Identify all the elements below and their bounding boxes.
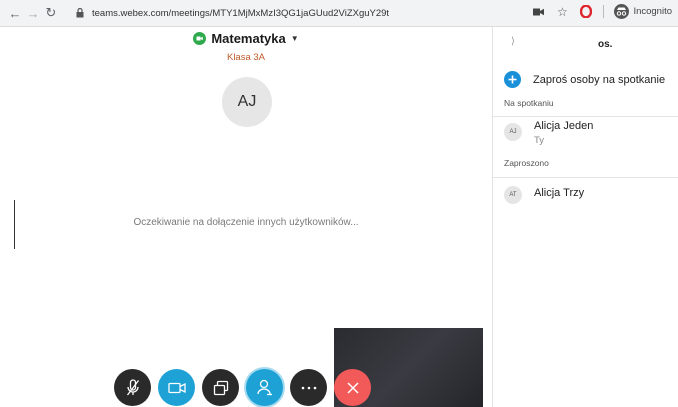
participants-icon: [256, 379, 272, 396]
panel-title: os.: [598, 39, 613, 50]
invited-row[interactable]: AT Alicja Trzy: [504, 186, 584, 204]
participants-button[interactable]: [246, 369, 283, 406]
more-icon: [301, 386, 316, 389]
back-arrow-icon[interactable]: ←: [6, 4, 24, 22]
waiting-message: Oczekiwanie na dołączenie innych użytkow…: [133, 217, 359, 228]
invited-avatar: AT: [504, 186, 522, 204]
meeting-title: Matematyka: [211, 31, 286, 46]
share-screen-icon: [213, 380, 228, 395]
reload-icon[interactable]: ↻: [42, 4, 60, 22]
panel-header: ⟩ os.: [493, 27, 678, 63]
participant-avatar: AJ: [504, 123, 522, 141]
invite-label: Zaproś osoby na spotkanie: [533, 73, 666, 86]
invited-name: Alicja Trzy: [534, 187, 585, 199]
caret-down-icon: ▼: [290, 34, 299, 43]
forward-arrow-icon[interactable]: →: [24, 4, 42, 22]
lock-icon[interactable]: [74, 7, 86, 19]
mute-button[interactable]: [114, 369, 151, 406]
address-bar[interactable]: teams.webex.com/meetings/MTY1MjMxMzI3QG1…: [92, 8, 389, 19]
mic-off-icon: [126, 378, 139, 395]
meeting-status-icon: [193, 32, 207, 45]
section-divider: [493, 177, 678, 178]
meeting-subtitle: Klasa 3A: [226, 52, 266, 63]
in-meeting-section-label: Na spotkaniu: [504, 98, 554, 108]
bookmark-star-icon[interactable]: ☆: [555, 5, 569, 19]
incognito-label: Incognito: [633, 6, 672, 17]
incognito-icon: [614, 4, 630, 19]
toolbar-divider: [603, 5, 605, 18]
leave-button[interactable]: [334, 369, 371, 406]
close-icon: [346, 381, 359, 394]
video-icon: [167, 382, 186, 393]
participants-panel: ⟩ os. Zaproś osoby na spotkanie Na spotk…: [492, 27, 678, 407]
section-divider: [493, 116, 678, 117]
meeting-controls: [114, 369, 371, 406]
meeting-title-dropdown[interactable]: Matematyka ▼: [0, 31, 492, 46]
share-button[interactable]: [202, 369, 239, 406]
user-avatar: AJ: [222, 77, 272, 127]
invite-people-button[interactable]: Zaproś osoby na spotkanie: [504, 71, 665, 88]
participant-row[interactable]: AJ Alicja Jeden Ty: [504, 120, 593, 146]
invited-section-label: Zaproszono: [504, 158, 549, 168]
collapse-panel-icon[interactable]: ⟩: [511, 36, 515, 47]
plus-icon: [504, 71, 521, 88]
meeting-stage: Matematyka ▼ Klasa 3A AJ Oczekiwanie na …: [0, 27, 492, 407]
incognito-indicator[interactable]: Incognito: [614, 4, 672, 19]
participant-self-label: Ty: [534, 135, 545, 146]
browser-toolbar: ← → ↻ teams.webex.com/meetings/MTY1MjMxM…: [0, 0, 678, 27]
video-button[interactable]: [158, 369, 195, 406]
camera-indicator-icon[interactable]: [531, 5, 545, 19]
participant-name: Alicja Jeden: [534, 120, 594, 132]
opera-extension-icon[interactable]: [579, 5, 593, 19]
more-button[interactable]: [290, 369, 327, 406]
